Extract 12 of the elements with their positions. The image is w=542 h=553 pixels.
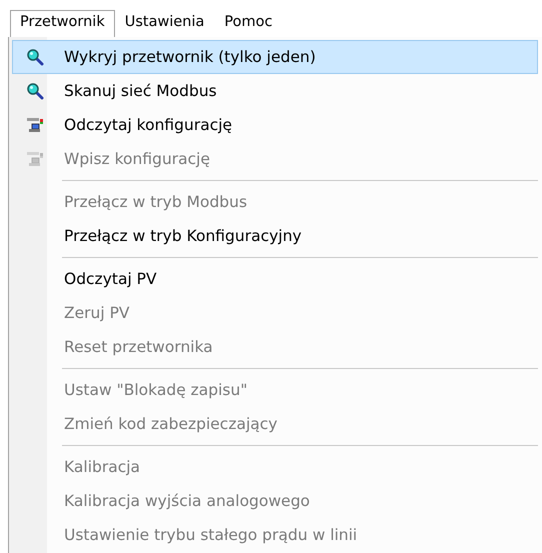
menu-item[interactable]: Przełącz w tryb Konfiguracyjny <box>12 219 538 253</box>
device-icon <box>26 150 44 168</box>
menu-item[interactable]: Skanuj sieć Modbus <box>12 74 538 108</box>
magnifier-icon <box>26 82 44 100</box>
menu-item[interactable]: Wykryj przetwornik (tylko jeden) <box>12 40 538 74</box>
device-icon <box>26 116 44 134</box>
menu-title[interactable]: Pomoc <box>214 10 282 37</box>
menu-item[interactable]: Odczytaj PV <box>12 262 538 296</box>
magnifier-icon <box>26 48 44 66</box>
menu-title[interactable]: Ustawienia <box>114 10 214 37</box>
menu-item[interactable]: Odczytaj konfigurację <box>12 108 538 142</box>
menu-title[interactable]: Przetwornik <box>10 10 115 37</box>
